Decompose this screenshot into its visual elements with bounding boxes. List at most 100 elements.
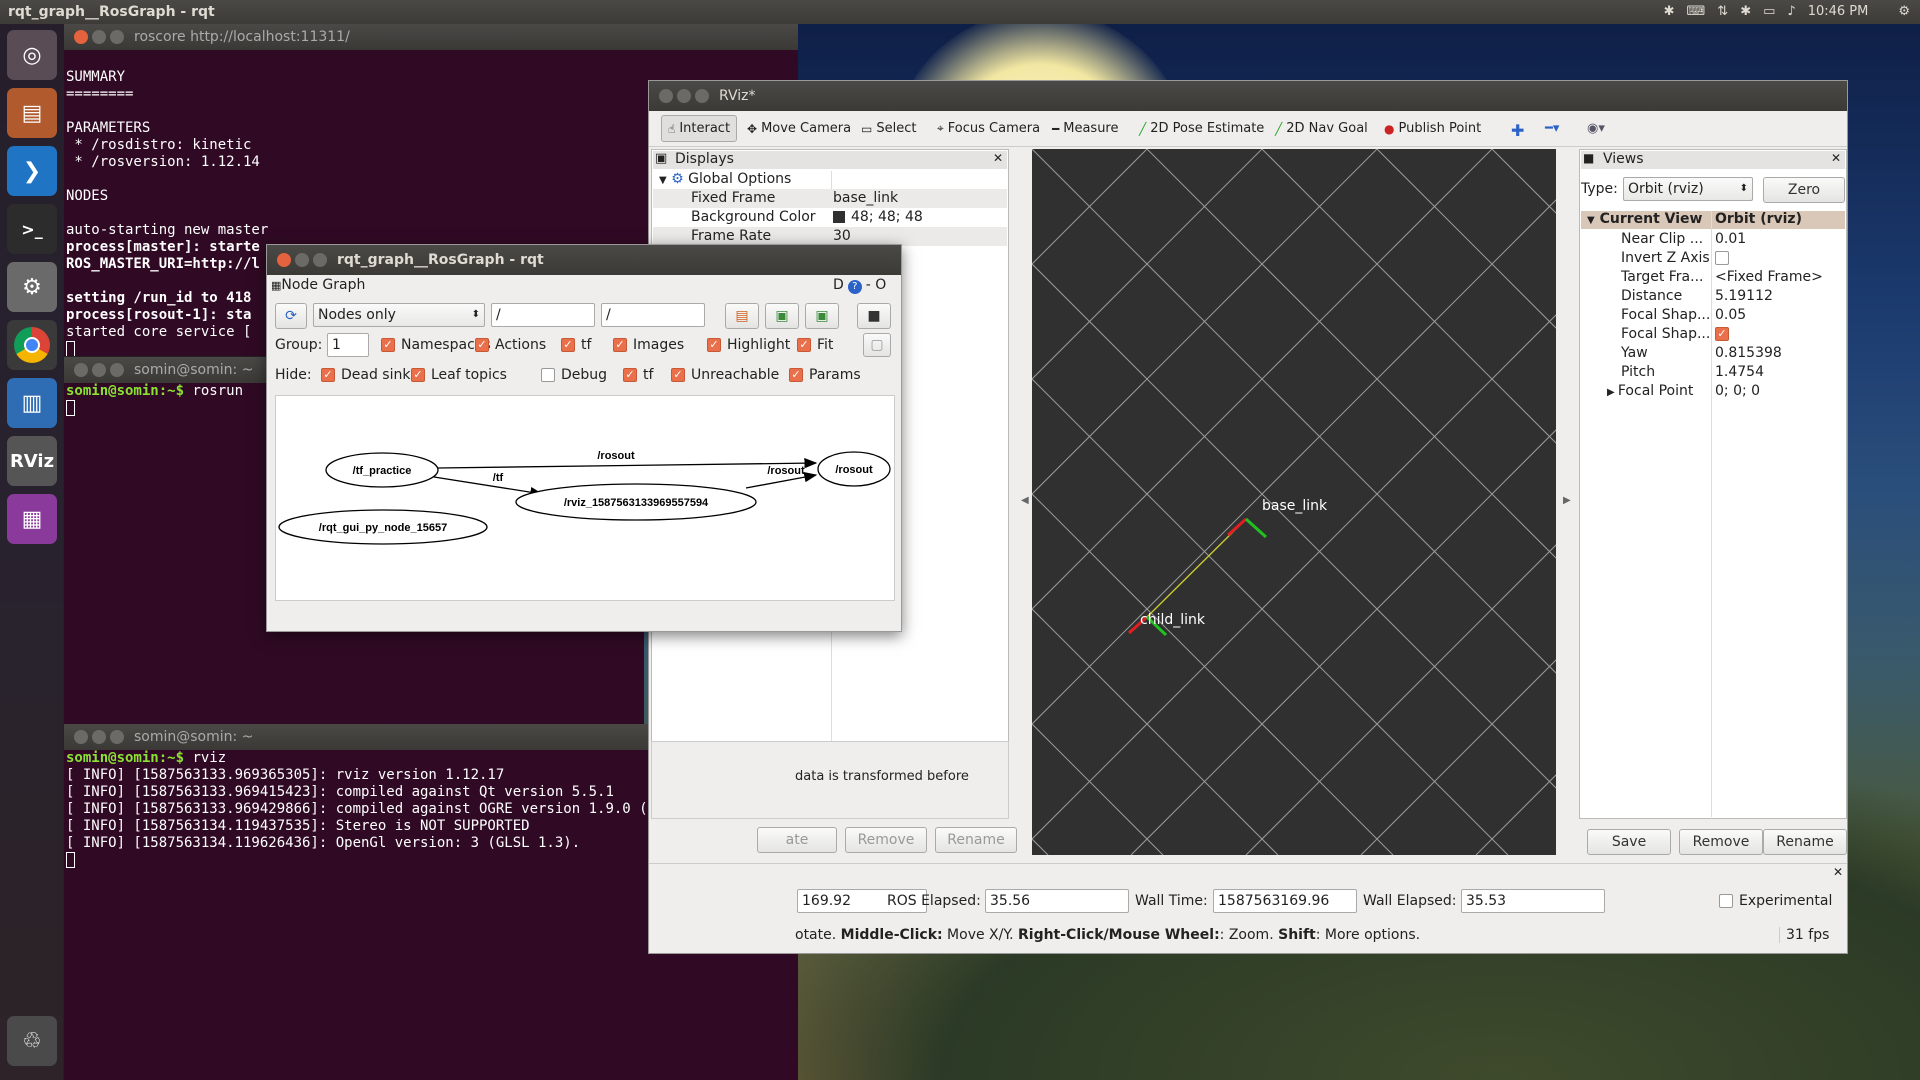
gear-icon[interactable]: ⚙ (1892, 0, 1920, 24)
fit-view-button[interactable]: ▢ (863, 333, 891, 357)
save-view-button[interactable]: Save (1587, 829, 1671, 855)
hide-params-checkbox[interactable]: ✓ Params (789, 367, 861, 383)
files-icon[interactable]: ▤ (7, 88, 57, 138)
hide-tf-checkbox[interactable]: ✓ tf (623, 367, 653, 383)
view-property-value[interactable] (1715, 250, 1735, 266)
show-fit-checkbox[interactable]: ✓ Fit (797, 337, 833, 353)
property-value[interactable]: 48; 48; 48 (833, 209, 923, 225)
chrome-icon[interactable] (7, 320, 57, 370)
publish-point-tool[interactable]: ● Publish Point (1384, 121, 1481, 136)
checkbox[interactable]: ✓ (671, 368, 685, 382)
checkbox[interactable]: ✓ (613, 338, 627, 352)
view-property-value[interactable]: 0; 0; 0 (1715, 383, 1760, 399)
collapse-left-icon[interactable]: ◀ (1021, 495, 1029, 506)
close-icon[interactable] (659, 89, 673, 103)
show-highlight-checkbox[interactable]: ✓ Highlight (707, 337, 790, 353)
maximize-icon[interactable] (695, 89, 709, 103)
terminal-icon[interactable]: >_ (7, 204, 57, 254)
load-dot-button[interactable]: ▤ (725, 303, 759, 329)
remove-display-button[interactable]: Remove (845, 827, 927, 853)
rviz-icon[interactable]: RViz (7, 436, 57, 486)
checkbox[interactable]: ✓ (623, 368, 637, 382)
checkbox[interactable]: ✓ (411, 368, 425, 382)
view-property-value[interactable]: <Fixed Frame> (1715, 269, 1823, 285)
nav-goal-tool[interactable]: ╱ 2D Nav Goal (1275, 121, 1368, 136)
group-spinbox[interactable]: 1 (327, 333, 369, 357)
minimize-icon[interactable] (677, 89, 691, 103)
checkbox[interactable]: ✓ (321, 368, 335, 382)
maximize-icon[interactable] (313, 253, 327, 267)
refresh-button[interactable]: ⟳ (275, 303, 307, 329)
maximize-icon[interactable] (110, 30, 124, 44)
zero-button[interactable]: Zero (1763, 177, 1845, 203)
trash-icon[interactable]: ♲ (7, 1016, 57, 1066)
graph-mode-select[interactable]: Nodes only ⬍ (313, 303, 485, 327)
minimize-close-controls[interactable]: - O (866, 277, 887, 293)
rqt-graph-window[interactable]: rqt_graph__RosGraph - rqt ▦Node Graph D?… (266, 244, 902, 632)
pose-estimate-tool[interactable]: ╱ 2D Pose Estimate (1139, 121, 1264, 136)
network-icon[interactable]: ⇅ (1711, 0, 1734, 24)
view-property-value[interactable]: 0.815398 (1715, 345, 1782, 361)
volume-icon[interactable]: ♪ (1781, 0, 1801, 24)
checkbox[interactable]: ✓ (561, 338, 575, 352)
experimental-checkbox[interactable]: Experimental (1719, 893, 1832, 909)
view-property-value[interactable]: 0.05 (1715, 307, 1746, 323)
view-type-select[interactable]: Orbit (rviz) ⬍ (1623, 177, 1753, 201)
checkbox[interactable]: ✓ (475, 338, 489, 352)
writer-icon[interactable]: ▥ (7, 378, 57, 428)
save-image-button[interactable]: ■ (857, 303, 891, 329)
checkbox[interactable]: ✓ (707, 338, 721, 352)
save-svg-button[interactable]: ▣ (805, 303, 839, 329)
rename-view-button[interactable]: Rename (1763, 829, 1847, 855)
wall-time-field[interactable]: 1587563169.96 (1213, 889, 1357, 913)
hide-debug-checkbox[interactable]: Debug (541, 367, 607, 383)
graph-canvas[interactable]: /tf_practice /rosout /rviz_1587563133969… (275, 395, 895, 601)
save-dot-button[interactable]: ▣ (765, 303, 799, 329)
close-icon[interactable] (277, 253, 291, 267)
expand-arrow-icon[interactable]: ▼ (1587, 215, 1595, 226)
rqt-icon[interactable]: ▦ (7, 494, 57, 544)
collapse-right-icon[interactable]: ▶ (1563, 495, 1571, 506)
minimize-icon[interactable] (92, 363, 106, 377)
bluetooth-icon[interactable]: ✱ (1734, 0, 1757, 24)
minimize-icon[interactable] (92, 30, 106, 44)
close-icon[interactable] (74, 363, 88, 377)
minimize-icon[interactable] (295, 253, 309, 267)
close-panel-icon[interactable]: ✕ (1831, 151, 1841, 165)
checkbox[interactable] (1719, 894, 1733, 908)
invert-z-checkbox[interactable] (1715, 251, 1729, 265)
bluetooth-icon[interactable]: ✱ (1658, 0, 1681, 24)
minimize-icon[interactable] (92, 730, 106, 744)
view-property-value[interactable]: ✓ (1715, 326, 1735, 342)
expand-arrow-icon[interactable]: ▼ (659, 175, 667, 186)
settings-icon[interactable]: ⚙ (7, 262, 57, 312)
maximize-icon[interactable] (110, 730, 124, 744)
close-panel-icon[interactable]: ✕ (993, 151, 1003, 165)
render-view[interactable]: base_link child_link (1032, 149, 1556, 855)
checkbox[interactable]: ✓ (789, 368, 803, 382)
namespace-filter-input[interactable]: / (491, 303, 595, 327)
help-icon[interactable]: ? (847, 280, 862, 294)
select-tool[interactable]: ▭ Select (861, 121, 916, 136)
clock[interactable]: 10:46 PM (1802, 0, 1893, 24)
show-images-checkbox[interactable]: ✓ Images (613, 337, 684, 353)
view-property-value[interactable]: 5.19112 (1715, 288, 1773, 304)
rename-display-button[interactable]: Rename (935, 827, 1017, 853)
topic-filter-input[interactable]: / (601, 303, 705, 327)
dock-icon[interactable]: D (833, 277, 844, 293)
move-camera-tool[interactable]: ✥ Move Camera (747, 121, 851, 136)
ubuntu-logo-icon[interactable]: ◎ (7, 30, 57, 80)
hide-dead-sinks-checkbox[interactable]: ✓ Dead sinks (321, 367, 418, 383)
property-value[interactable]: 30 (833, 228, 851, 244)
vscode-icon[interactable]: ❯ (7, 146, 57, 196)
current-view-label[interactable]: ▼ Current View (1587, 211, 1702, 227)
remove-tool-icon[interactable]: ━▾ (1545, 121, 1559, 136)
view-property-value[interactable]: 1.4754 (1715, 364, 1764, 380)
hide-leaf-topics-checkbox[interactable]: ✓ Leaf topics (411, 367, 507, 383)
plugin-controls[interactable]: D? - O (833, 277, 886, 294)
wall-elapsed-field[interactable]: 35.53 (1461, 889, 1605, 913)
focus-camera-tool[interactable]: ⌖ Focus Camera (937, 121, 1040, 136)
remove-view-button[interactable]: Remove (1679, 829, 1763, 855)
show-actions-checkbox[interactable]: ✓ Actions (475, 337, 546, 353)
checkbox[interactable] (541, 368, 555, 382)
